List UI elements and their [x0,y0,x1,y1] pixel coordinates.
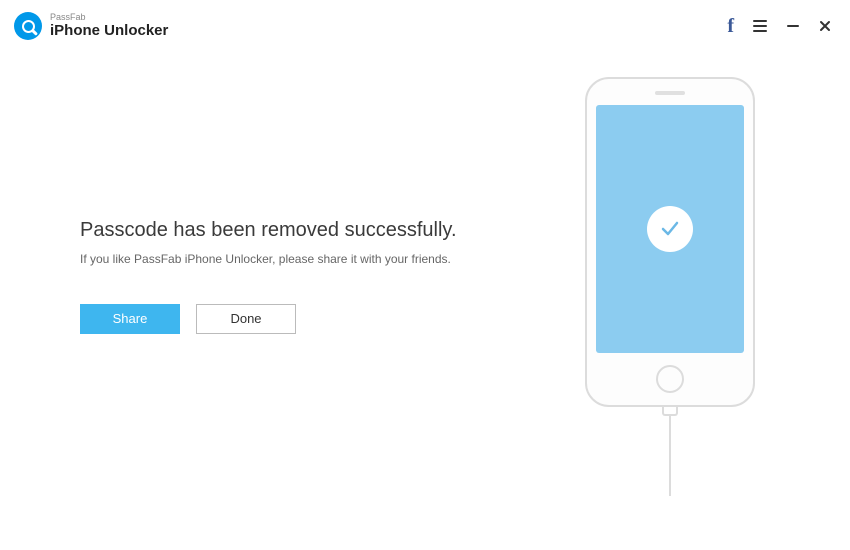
cable [669,416,671,496]
menu-icon[interactable] [752,18,768,34]
brand: PassFab iPhone Unlocker [14,12,168,40]
logo-icon [14,12,42,40]
message-panel: Passcode has been removed successfully. … [80,219,550,334]
checkmark-icon [647,206,693,252]
success-subtext: If you like PassFab iPhone Unlocker, ple… [80,252,510,266]
titlebar: PassFab iPhone Unlocker f [0,0,850,52]
cable-connector [662,406,678,416]
main-content: Passcode has been removed successfully. … [0,52,850,550]
brand-text: PassFab iPhone Unlocker [50,13,168,39]
phone-illustration [550,77,790,496]
window-controls: f [727,15,832,38]
phone-home-button [656,365,684,393]
facebook-icon[interactable]: f [727,15,734,38]
button-row: Share Done [80,304,510,334]
done-button[interactable]: Done [196,304,296,334]
phone-speaker [655,91,685,95]
share-button[interactable]: Share [80,304,180,334]
phone-frame [585,77,755,407]
minimize-icon[interactable] [786,19,800,33]
close-icon[interactable] [818,19,832,33]
success-heading: Passcode has been removed successfully. [80,219,510,242]
app-title: iPhone Unlocker [50,23,168,40]
phone-screen [596,105,744,353]
